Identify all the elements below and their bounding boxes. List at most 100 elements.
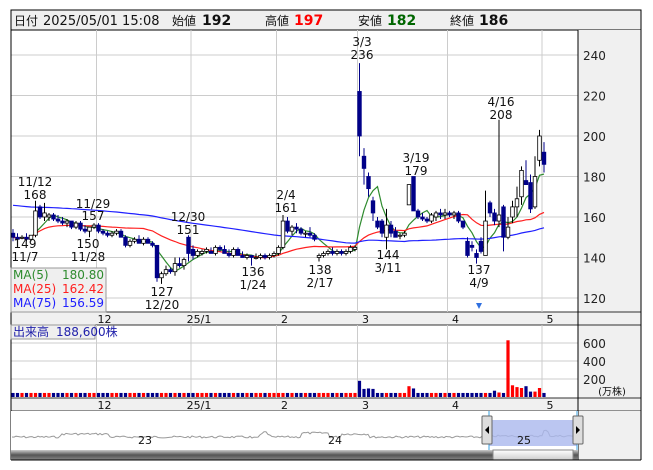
volume-bar (299, 392, 303, 397)
volume-bar (353, 392, 357, 397)
candle-body (267, 255, 272, 258)
volume-value: 188,600株 (56, 324, 118, 339)
candle-body (388, 224, 394, 234)
candle-body (145, 238, 151, 244)
volume-bar (339, 392, 344, 397)
volume-bar (506, 340, 510, 397)
volume-bar (191, 392, 195, 397)
navigator-selection[interactable] (489, 420, 577, 446)
month-tick-label: 25/1 (187, 399, 212, 412)
volume-bar (321, 392, 326, 397)
volume-bar (168, 392, 173, 397)
close-label: 終値 (450, 13, 474, 28)
candle-body (460, 220, 466, 228)
volume-bar (528, 391, 533, 397)
volume-bar (447, 392, 452, 397)
volume-bar (137, 392, 141, 397)
volume-bar (101, 392, 105, 397)
candle-body (451, 212, 457, 216)
price-tick-label: 240 (583, 49, 606, 63)
volume-bar (474, 392, 479, 397)
left-handle[interactable] (481, 415, 493, 445)
annotation-date: 2/4 (276, 188, 295, 202)
candle-body (370, 200, 376, 214)
high-label: 高値 (265, 13, 289, 28)
candle-body (271, 253, 277, 256)
candle-body (154, 244, 160, 279)
candle-body (55, 218, 61, 222)
candle-body (127, 240, 133, 246)
volume-bar (407, 386, 411, 397)
volume-bar (488, 392, 492, 397)
date-label: 日付 (14, 14, 38, 28)
volume-bar (303, 392, 308, 397)
candle-body (231, 248, 236, 256)
annotation-value: 157 (82, 209, 105, 223)
annotation-date: 12/30 (171, 210, 206, 224)
candle-body (213, 246, 218, 254)
annotation-date: 3/19 (403, 151, 430, 165)
volume-bar (510, 385, 515, 397)
volume-bar (119, 392, 123, 397)
candle-body (96, 224, 101, 232)
volume-bar (285, 392, 290, 397)
candle-body (285, 220, 290, 232)
volume-bar (366, 388, 371, 397)
volume-bar (434, 392, 438, 397)
volume-bar (452, 392, 456, 397)
annotation-date: 3/11 (375, 261, 402, 275)
candle-body (456, 212, 461, 222)
volume-bar (465, 392, 470, 397)
candle-body (262, 255, 268, 258)
candle-body (541, 151, 547, 165)
volume-bar (425, 392, 429, 397)
candle-body (501, 206, 506, 238)
candle-body (172, 263, 178, 273)
candle-body (208, 251, 214, 254)
volume-tick-label: 600 (583, 337, 606, 351)
volume-tick-label: 200 (583, 373, 606, 387)
ma25-label: MA(25) (13, 282, 56, 296)
candle-body (397, 234, 403, 237)
volume-bar (38, 392, 42, 397)
volume-bar (141, 392, 146, 397)
volume-bar (249, 392, 254, 397)
volume-bar (357, 380, 362, 397)
annotation-date: 4/16 (488, 95, 515, 109)
candle-body (510, 206, 515, 218)
volume-bar (258, 392, 263, 397)
axis-ticks: 120140160180200220240200400600121225/125… (98, 49, 606, 412)
volume-bar (29, 392, 33, 397)
annotation-date: 11/28 (71, 250, 106, 264)
volume-bar (393, 392, 398, 397)
volume-bar (155, 392, 159, 397)
volume-tick-label: 400 (583, 355, 606, 369)
month-tick-label: 5 (547, 313, 554, 326)
candle-body (222, 248, 227, 254)
candle-body (478, 240, 484, 252)
volume-label: 出来高 (13, 324, 49, 339)
candle-body (195, 251, 200, 256)
volume-bar (20, 392, 24, 397)
candle-body (469, 244, 475, 248)
volume-bar (267, 392, 272, 397)
volume-bar (146, 392, 150, 397)
right-handle[interactable] (572, 415, 584, 445)
candle-body (69, 220, 74, 228)
month-tick-label: 3 (362, 313, 369, 326)
annotation-value: 150 (77, 237, 100, 251)
candle-body (46, 214, 52, 218)
volume-bar (524, 386, 528, 397)
annotation-value: 136 (242, 265, 265, 279)
candle-body (438, 212, 443, 216)
candle-body (91, 224, 97, 228)
annotation-value: 127 (151, 285, 174, 299)
annotation-value: 151 (177, 223, 200, 237)
volume-bar (110, 392, 114, 397)
volume-bar (128, 392, 132, 397)
ma5-value: 180.80 (62, 268, 104, 282)
scrollbar-thumb[interactable] (492, 449, 574, 461)
volume-bar (519, 388, 524, 397)
candle-body (150, 242, 155, 246)
candle-body (442, 212, 448, 216)
